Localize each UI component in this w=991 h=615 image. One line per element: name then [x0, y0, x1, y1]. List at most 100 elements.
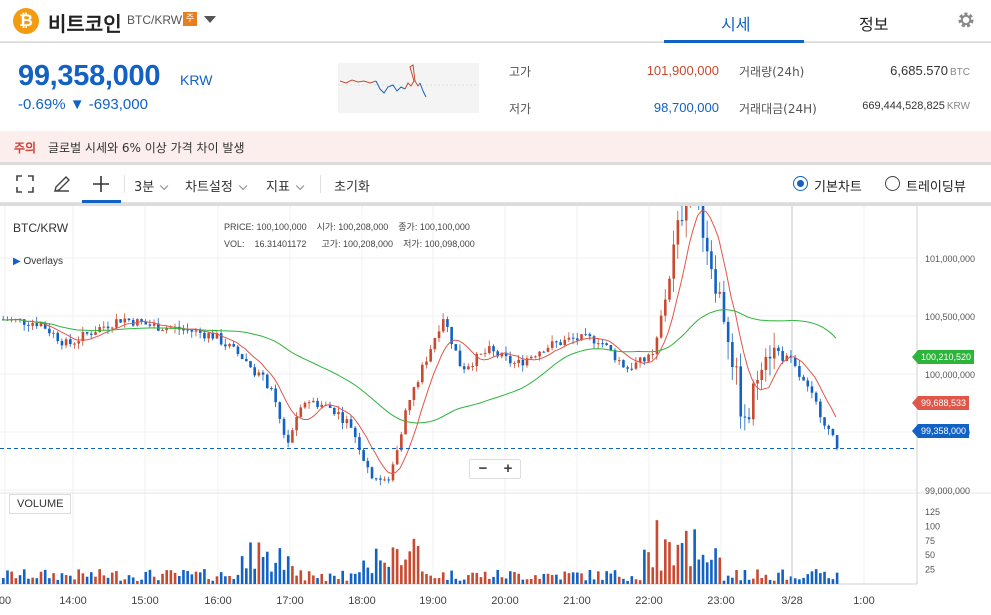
candle-body: [819, 401, 822, 418]
volume-bar: [48, 578, 51, 584]
candle-body: [303, 402, 307, 408]
tradingview-label[interactable]: 트레이딩뷰: [906, 176, 966, 195]
tab-market[interactable]: 시세: [721, 11, 750, 35]
candle-body: [295, 416, 298, 431]
candle-body: [571, 337, 575, 339]
candle-body: [777, 347, 780, 351]
volume-bar: [613, 570, 617, 584]
volume-bar: [400, 565, 403, 584]
crosshair-icon[interactable]: [91, 174, 111, 194]
volume-bar: [680, 543, 684, 584]
candle-body: [119, 319, 122, 323]
low-label: 저가:: [403, 239, 423, 249]
chart-settings-menu[interactable]: 차트설정: [185, 176, 248, 195]
candle-body: [408, 400, 412, 411]
pencil-icon[interactable]: [52, 174, 72, 194]
candle-body: [743, 416, 747, 418]
reset-button[interactable]: 초기화: [334, 176, 370, 195]
volume-bar: [714, 548, 717, 584]
volume-bar: [274, 562, 277, 584]
volume-bar: [102, 575, 106, 584]
x-tick-label: 19:00: [419, 595, 447, 607]
notice-tag: 주의: [14, 141, 37, 155]
volume-bar: [303, 580, 307, 584]
gear-icon[interactable]: [956, 10, 976, 30]
candle-body: [680, 220, 684, 222]
interval-select[interactable]: 3분: [134, 176, 169, 195]
candle-body: [458, 350, 462, 367]
candle-body: [814, 392, 818, 402]
candle-body: [387, 479, 391, 481]
volume-bar: [542, 573, 546, 584]
candle-body: [316, 400, 319, 408]
volume-bar: [630, 576, 634, 584]
volume-bar: [437, 578, 441, 584]
volume-bar: [370, 573, 374, 584]
volume-bar: [718, 557, 722, 584]
volume-bar: [785, 579, 789, 584]
volume-bar: [764, 574, 768, 584]
candle-body: [270, 388, 273, 390]
chevron-down-icon: [160, 181, 169, 191]
candle-body: [421, 364, 424, 383]
volume-bar: [793, 578, 797, 584]
volume-bar: [622, 578, 625, 584]
vol-value: 16.31401172: [254, 239, 307, 249]
candle-body: [211, 332, 215, 339]
price-chart[interactable]: 101,500,000101,000,000100,500,000100,000…: [0, 206, 991, 615]
volume-bar: [580, 573, 583, 584]
zoom-in-button[interactable]: +: [496, 461, 520, 477]
volume-bar: [228, 575, 231, 584]
candle-body: [35, 323, 39, 327]
candle-body: [555, 341, 558, 343]
volume-bar: [772, 580, 776, 584]
x-tick-label: 17:00: [276, 595, 304, 607]
volume-bar: [39, 571, 43, 584]
price-change: -0.69% ▼ -693,000: [18, 96, 148, 113]
chart-toolbar: 3분 차트설정 지표 초기화 기본차트 트레이딩뷰: [0, 165, 991, 203]
volume-bar: [245, 568, 248, 584]
zoom-out-button[interactable]: −: [471, 461, 495, 477]
fullscreen-icon[interactable]: [15, 174, 35, 194]
candle-body: [425, 361, 428, 365]
candle-body: [764, 356, 768, 370]
candle-body: [488, 346, 491, 354]
candle-body: [521, 359, 525, 366]
candle-body: [274, 388, 277, 403]
candle-body: [668, 278, 671, 300]
volume-bar: [77, 569, 81, 584]
candle-body: [98, 327, 101, 333]
candle-body: [60, 341, 64, 346]
overlays-toggle[interactable]: ▶ Overlays: [13, 256, 63, 267]
volume-bar: [140, 579, 143, 584]
tab-info[interactable]: 정보: [859, 11, 888, 35]
volume-bar: [412, 538, 416, 584]
basic-chart-radio[interactable]: [793, 176, 808, 191]
volume-bar: [504, 578, 508, 584]
volume-bar: [324, 580, 328, 584]
volume-bar: [89, 572, 93, 584]
chart-settings-label: 차트설정: [185, 180, 233, 195]
chart-canvas[interactable]: 101,500,000101,000,000100,500,000100,000…: [0, 206, 991, 615]
indicators-menu[interactable]: 지표: [266, 176, 305, 195]
coin-name[interactable]: 비트코인: [48, 8, 122, 37]
change-arrow-icon: ▼: [69, 96, 85, 113]
candle-body: [362, 450, 365, 461]
volume-bar: [433, 578, 437, 584]
volume-bar: [161, 573, 164, 584]
volume-bar: [148, 569, 152, 584]
x-tick-label: 22:00: [635, 595, 663, 607]
candle-body: [483, 353, 487, 355]
candle-body: [479, 353, 483, 355]
volume-bar: [559, 579, 562, 584]
candle-body: [320, 404, 324, 408]
volume-bar: [22, 569, 26, 584]
close-value: 100,100,000: [419, 222, 470, 232]
basic-chart-label[interactable]: 기본차트: [814, 176, 862, 195]
chevron-down-icon: [295, 181, 305, 191]
candle-body: [718, 291, 722, 294]
coin-dropdown-icon[interactable]: [204, 16, 216, 23]
volume-bar: [232, 579, 236, 584]
tradingview-radio[interactable]: [885, 176, 900, 191]
volume-bar: [249, 542, 252, 584]
